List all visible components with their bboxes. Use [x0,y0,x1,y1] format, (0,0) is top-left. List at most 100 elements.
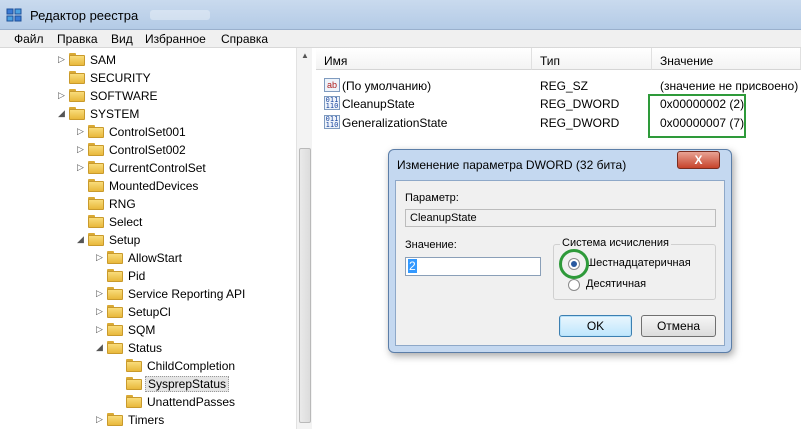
tree-node-label[interactable]: Service Reporting API [126,287,247,301]
tree-node[interactable]: ChildCompletion [0,357,296,375]
folder-icon [107,305,123,318]
expand-arrow-icon[interactable]: ▷ [95,325,104,334]
column-header-type[interactable]: Тип [532,48,652,70]
tree-node-label[interactable]: UnattendPasses [145,395,237,409]
tree-node[interactable]: ◢ Setup [0,231,296,249]
tree-node[interactable]: ▷ ControlSet002 [0,141,296,159]
value-data: (значение не присвоено) [660,79,799,93]
decimal-radio[interactable] [568,279,580,291]
tree-node[interactable]: RNG [0,195,296,213]
folder-icon [126,377,142,390]
highlight-circle [559,249,589,279]
expand-arrow-icon[interactable]: ▷ [95,253,104,262]
value-type: REG_DWORD [540,97,620,111]
tree-node-label[interactable]: Status [126,341,164,355]
tree-node[interactable]: UnattendPasses [0,393,296,411]
tree-node-label[interactable]: Pid [126,269,147,283]
tree-node[interactable]: ▷ SAM [0,51,296,69]
expand-arrow-icon[interactable]: ▷ [95,415,104,424]
tree-node[interactable]: Select [0,213,296,231]
highlight-box [648,94,746,138]
tree-node-label[interactable]: Timers [126,413,166,427]
tree-node[interactable]: ▷ CurrentControlSet [0,159,296,177]
menu-view[interactable]: Вид [111,32,133,46]
tree-node[interactable]: ▷ AllowStart [0,249,296,267]
parameter-label: Параметр: [405,192,459,204]
tree-node-label[interactable]: SetupCl [126,305,173,319]
menu-help[interactable]: Справка [221,32,268,46]
tree-node-label[interactable]: SYSTEM [88,107,141,121]
tree-node-label[interactable]: SECURITY [88,71,153,85]
value-row-default[interactable]: ab (По умолчанию) REG_SZ (значение не пр… [316,76,801,95]
tree-scrollbar[interactable]: ▲ [296,48,312,429]
expand-arrow-icon[interactable]: ▷ [76,127,85,136]
tree-node[interactable]: ◢ Status [0,339,296,357]
tree-node-label[interactable]: SAM [88,53,118,67]
tree-node-label[interactable]: SQM [126,323,157,337]
tree-node[interactable]: ▷ SOFTWARE [0,87,296,105]
edit-dword-dialog: Изменение параметра DWORD (32 бита) X Па… [388,149,732,353]
value-name: (По умолчанию) [342,79,432,93]
folder-icon [107,251,123,264]
decimal-radio-label[interactable]: Десятичная [586,278,646,290]
tree-node[interactable]: SECURITY [0,69,296,87]
tree-node-label[interactable]: RNG [107,197,138,211]
cancel-button[interactable]: Отмена [641,315,716,337]
hex-radio-label[interactable]: Шестнадцатеричная [586,257,691,269]
folder-icon [126,395,142,408]
tree-node[interactable]: ◢ SYSTEM [0,105,296,123]
tree-node-label[interactable]: ChildCompletion [145,359,237,373]
blurred-title-region [150,10,210,20]
expand-arrow-icon[interactable]: ▷ [76,145,85,154]
menu-bar: Файл Правка Вид Избранное Справка [0,30,801,48]
close-button[interactable]: X [677,151,720,169]
expand-arrow-icon[interactable]: ▷ [95,307,104,316]
tree-node-label[interactable]: ControlSet001 [107,125,188,139]
tree-node-label[interactable]: SysprepStatus [145,376,230,392]
folder-icon [88,179,104,192]
registry-editor-icon [6,8,22,22]
expand-arrow-icon[interactable]: ▷ [57,55,66,64]
folder-icon [88,143,104,156]
tree-node-label[interactable]: AllowStart [126,251,184,265]
folder-icon [88,215,104,228]
value-type: REG_DWORD [540,116,620,130]
expand-arrow-icon[interactable]: ▷ [95,289,104,298]
folder-icon [107,287,123,300]
tree-node[interactable]: ▷ ControlSet001 [0,123,296,141]
column-header-name[interactable]: Имя [316,48,532,70]
scroll-up-arrow-icon[interactable]: ▲ [297,48,313,64]
collapse-arrow-icon[interactable]: ◢ [95,343,104,352]
tree-node-label[interactable]: Select [107,215,144,229]
column-header-data[interactable]: Значение [652,48,801,70]
folder-icon [88,233,104,246]
menu-edit[interactable]: Правка [57,32,98,46]
tree-node[interactable]: Pid [0,267,296,285]
scroll-thumb[interactable] [299,148,311,423]
tree-node[interactable]: ▷ SetupCl [0,303,296,321]
tree-node[interactable]: ▷ Service Reporting API [0,285,296,303]
tree-node[interactable]: MountedDevices [0,177,296,195]
ok-button[interactable]: OK [559,315,632,337]
tree-node-label[interactable]: SOFTWARE [88,89,160,103]
tree-node[interactable]: SysprepStatus [0,375,296,393]
tree-node-label[interactable]: MountedDevices [107,179,200,193]
value-label: Значение: [405,239,457,251]
folder-icon [88,197,104,210]
expand-arrow-icon[interactable]: ▷ [76,163,85,172]
tree-node-label[interactable]: ControlSet002 [107,143,188,157]
collapse-arrow-icon[interactable]: ◢ [57,109,66,118]
expand-arrow-icon[interactable]: ▷ [57,91,66,100]
tree-node-label[interactable]: Setup [107,233,142,247]
tree-node[interactable]: ▷ SQM [0,321,296,339]
parameter-name-field: CleanupState [405,209,716,227]
value-data-input[interactable]: 2 [405,257,541,276]
tree-node[interactable]: ▷ Timers [0,411,296,429]
menu-favorites[interactable]: Избранное [145,32,206,46]
folder-icon [126,359,142,372]
tree-node-label[interactable]: CurrentControlSet [107,161,208,175]
registry-tree[interactable]: ▷ SAM SECURITY ▷ SOFTWARE ◢ SYSTEM ▷ ControlSet0… [0,48,312,429]
string-value-icon: ab [324,78,340,92]
collapse-arrow-icon[interactable]: ◢ [76,235,85,244]
menu-file[interactable]: Файл [14,32,44,46]
